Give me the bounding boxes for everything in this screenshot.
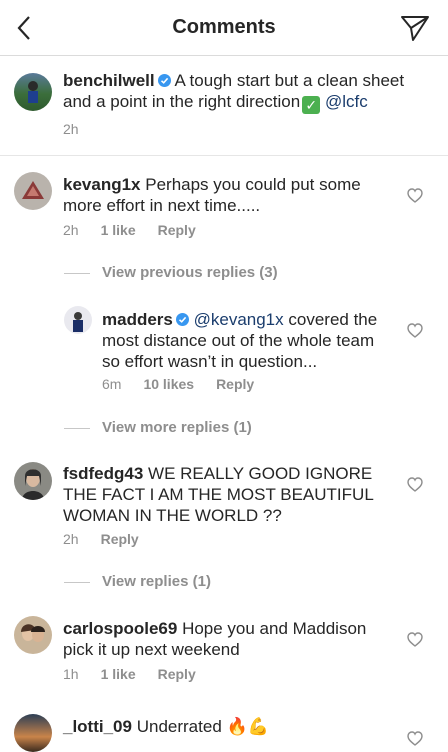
reply-button[interactable]: Reply bbox=[158, 666, 196, 682]
reply-time: 6m bbox=[102, 376, 122, 392]
divider bbox=[0, 155, 448, 156]
top-bar: Comments bbox=[0, 0, 448, 56]
comment-time: 1h bbox=[63, 666, 79, 682]
caption-meta: 2h bbox=[63, 121, 101, 137]
comment-text: kevang1x Perhaps you could put some more… bbox=[63, 174, 383, 216]
comment-meta: 2h 1 like Reply bbox=[63, 222, 218, 238]
avatar-image bbox=[22, 181, 44, 199]
avatar[interactable] bbox=[14, 616, 52, 654]
reply-text: madders @kevang1x covered the most dista… bbox=[102, 309, 392, 372]
avatar[interactable] bbox=[14, 462, 52, 500]
reply-meta: 6m 10 likes Reply bbox=[102, 376, 276, 392]
caption-mention[interactable]: @lcfc bbox=[325, 92, 368, 111]
like-count[interactable]: 10 likes bbox=[143, 376, 194, 392]
avatar-image bbox=[73, 312, 83, 332]
comment-text: carlospoole69 Hope you and Maddison pick… bbox=[63, 618, 383, 660]
send-icon[interactable] bbox=[400, 14, 430, 42]
view-replies-button[interactable]: View replies (1) bbox=[64, 573, 211, 590]
reply-line bbox=[64, 581, 90, 583]
avatar[interactable] bbox=[14, 714, 52, 752]
view-replies-label: View more replies (1) bbox=[102, 419, 252, 436]
reply-line bbox=[64, 427, 90, 429]
check-mark-emoji: ✓ bbox=[302, 96, 321, 114]
avatar[interactable] bbox=[14, 172, 52, 210]
avatar[interactable] bbox=[14, 73, 52, 111]
heart-icon[interactable] bbox=[407, 323, 423, 338]
view-replies-label: View previous replies (3) bbox=[102, 264, 278, 281]
reply-line bbox=[64, 272, 90, 274]
like-count[interactable]: 1 like bbox=[101, 666, 136, 682]
reply-button[interactable]: Reply bbox=[158, 222, 196, 238]
heart-icon[interactable] bbox=[407, 731, 423, 746]
verified-badge-icon bbox=[175, 313, 189, 326]
comment-text: _lotti_09 Underrated 🔥💪 bbox=[63, 716, 383, 737]
caption-username[interactable]: benchilwell bbox=[63, 71, 155, 90]
comment-meta: 1h 1 like Reply bbox=[63, 666, 218, 682]
heart-icon[interactable] bbox=[407, 632, 423, 647]
reply-username[interactable]: madders bbox=[102, 310, 173, 329]
reply-mention[interactable]: @kevang1x bbox=[194, 310, 284, 329]
avatar-image bbox=[21, 624, 45, 642]
comment-username[interactable]: carlospoole69 bbox=[63, 619, 177, 638]
avatar[interactable] bbox=[64, 306, 92, 334]
comment-time: 2h bbox=[63, 531, 79, 547]
view-replies-label: View replies (1) bbox=[102, 573, 211, 590]
view-more-replies-button[interactable]: View more replies (1) bbox=[64, 419, 252, 436]
avatar-image bbox=[22, 469, 44, 500]
comment-username[interactable]: _lotti_09 bbox=[63, 717, 132, 736]
page-title: Comments bbox=[172, 16, 276, 38]
caption-text: benchilwell A tough start but a clean sh… bbox=[63, 70, 423, 114]
comment-body: Underrated bbox=[136, 717, 222, 736]
comment-username[interactable]: fsdfedg43 bbox=[63, 464, 143, 483]
heart-icon[interactable] bbox=[407, 188, 423, 203]
fire-flex-emoji: 🔥💪 bbox=[226, 717, 269, 736]
caption-time: 2h bbox=[63, 121, 79, 137]
avatar-image bbox=[28, 81, 38, 103]
comment-meta: 2h Reply bbox=[63, 531, 161, 547]
reply-button[interactable]: Reply bbox=[101, 531, 139, 547]
reply-button[interactable]: Reply bbox=[216, 376, 254, 392]
like-count[interactable]: 1 like bbox=[101, 222, 136, 238]
verified-badge-icon bbox=[157, 74, 171, 87]
comment-text: fsdfedg43 WE REALLY GOOD IGNORE THE FACT… bbox=[63, 463, 383, 526]
view-replies-button[interactable]: View previous replies (3) bbox=[64, 264, 278, 281]
heart-icon[interactable] bbox=[407, 477, 423, 492]
comment-time: 2h bbox=[63, 222, 79, 238]
comment-username[interactable]: kevang1x bbox=[63, 175, 141, 194]
